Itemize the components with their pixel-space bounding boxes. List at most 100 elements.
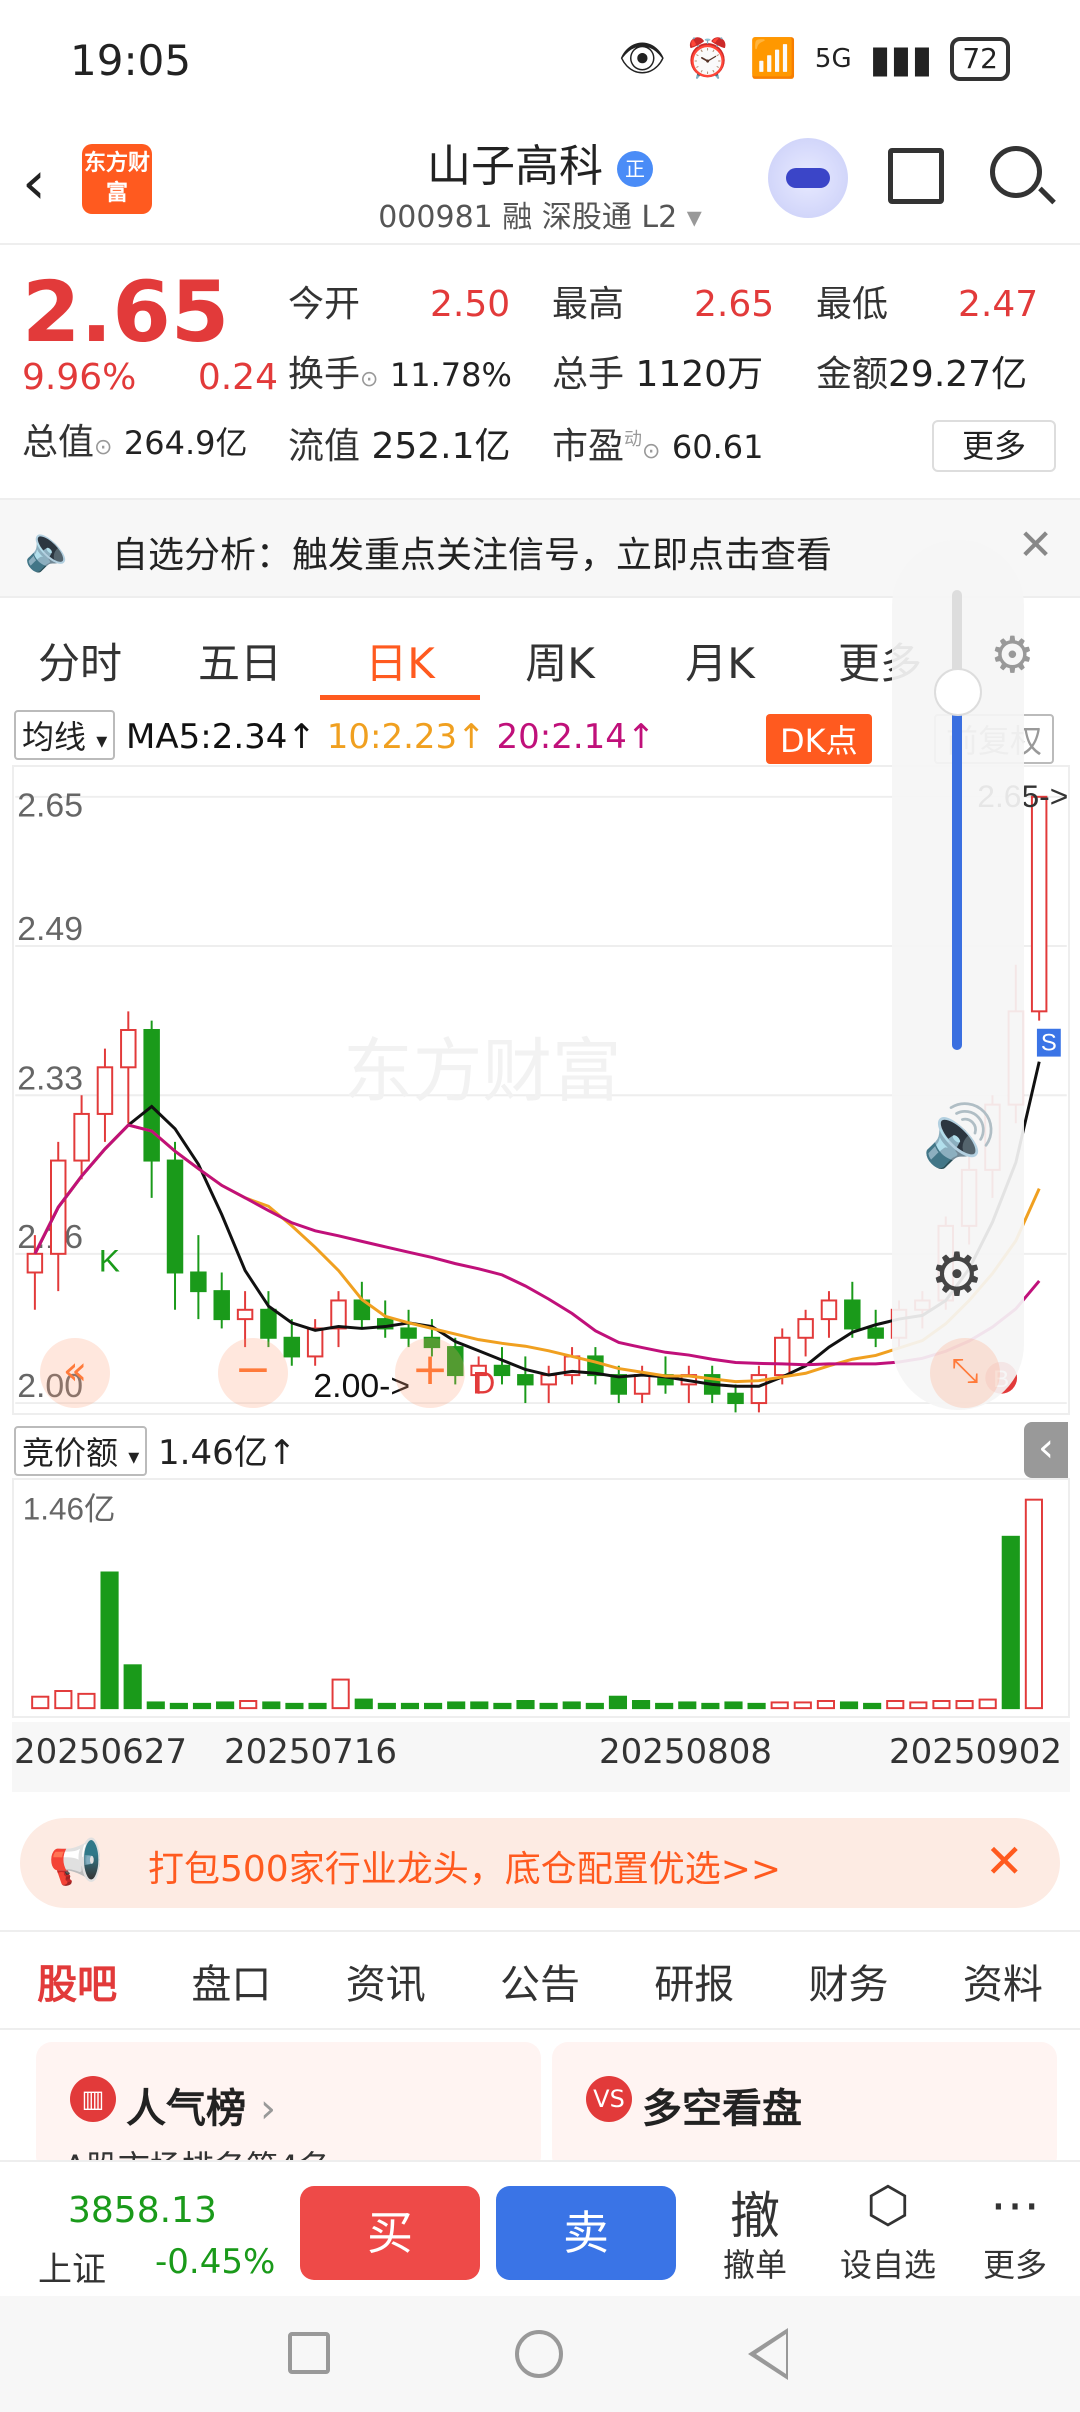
long-short-card[interactable]: VS 多空看盘	[552, 2042, 1057, 2172]
network-label: 5G	[814, 43, 852, 74]
content-tab-3[interactable]: 公告	[463, 1932, 617, 2028]
card-title: 多空看盘	[642, 2086, 802, 2132]
volume-bar	[424, 1702, 443, 1710]
volume-slider-fill	[952, 690, 962, 1050]
marker-s: S	[1041, 1030, 1057, 1057]
gear-icon[interactable]: ⚙	[930, 1240, 984, 1310]
candle-body	[190, 1271, 207, 1293]
pe-value: 60.61	[671, 428, 764, 466]
ma20-line	[33, 1123, 1041, 1367]
tab-1[interactable]: 五日	[160, 610, 320, 700]
more-dots-icon: ⋯	[990, 2176, 1040, 2234]
tab-4[interactable]: 月K	[640, 610, 800, 700]
index-name[interactable]: 上证	[38, 2242, 106, 2291]
fullscreen-button[interactable]: ⤡	[930, 1338, 1000, 1408]
volume-bar	[839, 1701, 859, 1710]
candle-body	[493, 1364, 511, 1377]
pe-row: 市盈动⊙ 60.61	[552, 417, 764, 469]
close-icon[interactable]: ✕	[1018, 520, 1053, 569]
ma20-value: 20:2.14↑	[496, 717, 656, 757]
signal-icon: ▮▮▮	[869, 36, 933, 81]
turnover-value: 11.78%	[389, 356, 512, 394]
content-tab-4[interactable]: 研报	[617, 1932, 771, 2028]
candle-body	[283, 1336, 301, 1358]
card-title-text: 人气榜	[126, 2086, 246, 2132]
volume-bar	[1001, 1535, 1020, 1710]
volume-bar	[932, 1700, 951, 1710]
change-pct: 9.96%	[22, 357, 137, 398]
search-icon[interactable]	[990, 146, 1042, 198]
buy-button[interactable]: 买	[300, 2186, 480, 2280]
back-icon[interactable]	[748, 2328, 788, 2380]
more-button[interactable]: ⋯ 更多	[960, 2176, 1070, 2286]
candle-body	[867, 1327, 884, 1339]
candle-body	[260, 1308, 277, 1339]
volume-bar	[123, 1664, 142, 1710]
recent-apps-icon[interactable]	[288, 2332, 330, 2374]
content-tab-0[interactable]: 股吧	[0, 1932, 154, 2028]
promo-banner[interactable]: 📢 打包500家行业龙头，底仓配置优选>> ✕	[20, 1818, 1060, 1908]
mktcap-label: 总值	[22, 422, 95, 463]
volume-bar	[747, 1702, 766, 1710]
content-tab-2[interactable]: 资讯	[309, 1932, 463, 2028]
volume-bar	[331, 1678, 350, 1710]
volume-bar	[308, 1702, 327, 1710]
index-value[interactable]: 3858.13	[68, 2190, 217, 2231]
bottom-trade-bar: 3858.13 上证 -0.45% 买 卖 撤 撤单 ⬡ 设自选 ⋯ 更多	[0, 2160, 1080, 2295]
popularity-card[interactable]: ▥ 人气榜 › A股市场排名第4名	[36, 2042, 541, 2172]
zoom-out-button[interactable]: −	[218, 1338, 288, 1408]
zoom-in-button[interactable]: +	[395, 1338, 465, 1408]
volume-chart[interactable]: 1.46亿	[12, 1478, 1070, 1718]
notice-text[interactable]: 自选分析：触发重点关注信号，立即点击查看	[112, 526, 832, 578]
index-change[interactable]: -0.45%	[155, 2242, 275, 2282]
volume-selector[interactable]: 竞价额 ▾	[14, 1426, 148, 1476]
stock-code: 000981	[378, 200, 493, 235]
close-icon[interactable]: ✕	[985, 1834, 1024, 1888]
volume-bar	[493, 1702, 512, 1710]
high-label: 最高	[552, 284, 625, 325]
volume-label: 总手	[552, 354, 625, 395]
content-tab-6[interactable]: 资料	[926, 1932, 1080, 2028]
candle-body	[26, 1252, 44, 1274]
status-time: 19:05	[70, 36, 192, 85]
speaker-volume-icon[interactable]: 🔊	[922, 1100, 997, 1171]
tab-0[interactable]: 分时	[0, 610, 160, 700]
promo-text[interactable]: 打包500家行业龙头，底仓配置优选>>	[148, 1840, 781, 1892]
volume-bar	[77, 1692, 96, 1710]
add-watchlist-button[interactable]: ⬡ 设自选	[833, 2176, 943, 2286]
volume-bar	[562, 1701, 581, 1710]
dropdown-icon: ▾	[686, 200, 702, 235]
scroll-left-button[interactable]: «	[40, 1338, 110, 1408]
volume-bar	[239, 1700, 258, 1710]
badge-icon: 正	[617, 151, 653, 187]
volume-bar	[701, 1702, 720, 1710]
content-tab-1[interactable]: 盘口	[154, 1932, 308, 2028]
tab-3[interactable]: 周K	[480, 610, 640, 700]
volume-bar	[285, 1702, 304, 1710]
candle-body	[166, 1159, 184, 1274]
current-price: 2.65	[22, 263, 230, 361]
volume-slider-knob[interactable]	[934, 668, 982, 716]
date-tick: 20250627	[14, 1732, 188, 1772]
megaphone-icon: 📢	[48, 1837, 103, 1888]
info-icon: ⊙	[94, 435, 113, 460]
high-row: 最高 2.65	[552, 275, 774, 327]
volume-bar	[1024, 1498, 1043, 1710]
sell-button[interactable]: 卖	[496, 2186, 676, 2280]
share-icon[interactable]	[888, 148, 944, 204]
more-quote-button[interactable]: 更多	[932, 420, 1056, 472]
eye-icon: 👁	[618, 36, 667, 80]
assistant-robot-icon[interactable]	[768, 138, 848, 218]
home-icon[interactable]	[515, 2330, 563, 2378]
cancel-order-button[interactable]: 撤 撤单	[700, 2176, 810, 2286]
candle-body	[236, 1308, 254, 1321]
settings-gear-icon[interactable]: ⚙	[990, 626, 1035, 684]
indicator-selector[interactable]: 均线 ▾	[14, 710, 116, 760]
open-label: 今开	[288, 284, 361, 325]
dk-point-button[interactable]: DK点	[766, 714, 872, 764]
content-tab-5[interactable]: 财务	[771, 1932, 925, 2028]
candle-body	[633, 1374, 651, 1395]
collapse-panel-icon[interactable]: ‹	[1024, 1422, 1068, 1478]
tab-2[interactable]: 日K	[320, 610, 480, 700]
volume-bar	[262, 1701, 281, 1710]
